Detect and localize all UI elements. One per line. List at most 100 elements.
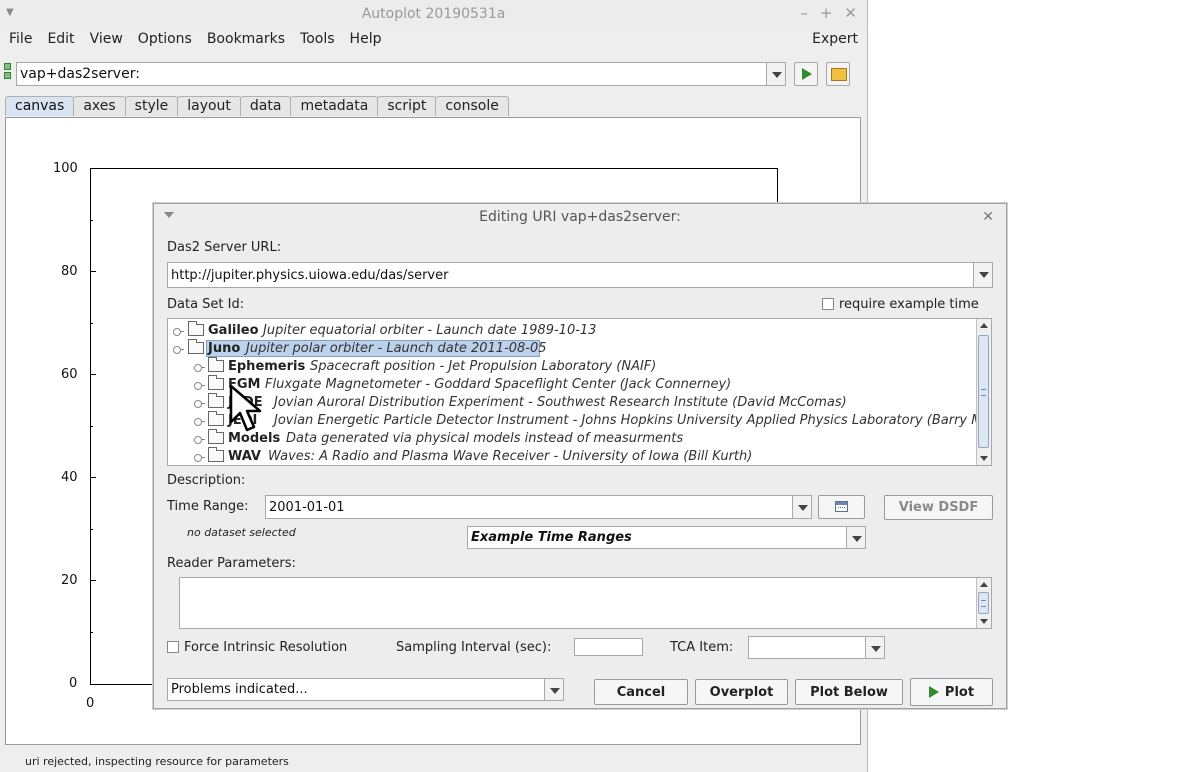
overplot-button[interactable]: Overplot — [695, 679, 788, 705]
tree-row-juno[interactable]: Juno Jupiter polar orbiter - Launch date… — [168, 339, 975, 358]
menu-edit[interactable]: Edit — [41, 31, 80, 47]
server-url-input[interactable]: http://jupiter.physics.uiowa.edu/das/ser… — [167, 262, 993, 288]
window-title: Autoplot 20190531a — [361, 6, 506, 22]
example-dropdown-icon[interactable] — [846, 527, 865, 548]
y-minor-tick — [90, 529, 93, 530]
expand-handle-icon[interactable] — [194, 436, 205, 444]
plot-button[interactable]: Plot — [910, 678, 993, 706]
y-minor-tick — [90, 220, 93, 221]
tab-metadata[interactable]: metadata — [290, 96, 379, 116]
status-text: uri rejected, inspecting resource for pa… — [25, 755, 289, 768]
force-intrinsic-checkbox[interactable] — [167, 641, 179, 653]
y-tick-mark — [90, 580, 96, 581]
tab-data[interactable]: data — [239, 96, 292, 116]
expand-handle-icon[interactable] — [194, 418, 205, 426]
menu-tools[interactable]: Tools — [294, 31, 341, 47]
plot-below-button[interactable]: Plot Below — [795, 679, 903, 705]
menu-view[interactable]: View — [84, 31, 129, 47]
tree-item-desc: Jovian Energetic Particle Detector Instr… — [274, 413, 992, 428]
expand-handle-icon[interactable] — [173, 346, 184, 354]
tab-axes[interactable]: axes — [73, 96, 126, 116]
example-time-ranges-value: Example Time Ranges — [471, 530, 632, 545]
x-tick-label: 0 — [86, 696, 95, 711]
tree-scrollbar[interactable] — [976, 319, 991, 465]
dialog-menu-icon[interactable] — [164, 212, 174, 218]
tree-item-name: Ephemeris — [228, 359, 306, 374]
tree-item-desc: Jovian Auroral Distribution Experiment -… — [274, 395, 847, 410]
server-url-label: Das2 Server URL: — [167, 240, 282, 255]
expand-handle-icon[interactable] — [194, 364, 205, 372]
sampling-interval-input[interactable] — [574, 638, 643, 656]
dataset-tree[interactable]: Galileo Jupiter equatorial orbiter - Lau… — [167, 318, 992, 466]
browse-button[interactable] — [826, 62, 850, 86]
time-range-dropdown-icon[interactable] — [792, 496, 811, 518]
tca-dropdown-icon[interactable] — [865, 637, 884, 658]
uri-dropdown-icon[interactable] — [766, 63, 785, 85]
scroll-down-icon[interactable] — [977, 451, 991, 465]
menu-bookmarks[interactable]: Bookmarks — [201, 31, 291, 47]
dialog-close-icon[interactable]: ✕ — [982, 209, 994, 225]
scroll-down-icon[interactable] — [977, 614, 991, 628]
server-url-dropdown-icon[interactable] — [973, 263, 992, 287]
problems-dropdown-icon[interactable] — [544, 679, 563, 700]
tree-row-jade[interactable]: JADE Jovian Auroral Distribution Experim… — [168, 393, 975, 412]
calendar-icon — [835, 501, 848, 512]
view-dsdf-button[interactable]: View DSDF — [884, 495, 993, 520]
expand-handle-icon[interactable] — [194, 400, 205, 408]
close-icon[interactable]: ✕ — [844, 4, 857, 22]
force-intrinsic-label: Force Intrinsic Resolution — [184, 640, 348, 655]
tca-item-select[interactable] — [748, 636, 885, 659]
y-tick-label: 40 — [61, 470, 78, 485]
tree-row-wav[interactable]: WAV Waves: A Radio and Plasma Wave Recei… — [168, 447, 975, 465]
expand-handle-icon[interactable] — [194, 382, 205, 390]
reader-params-scrollbar[interactable] — [976, 578, 991, 628]
tab-canvas[interactable]: canvas — [5, 96, 75, 116]
menu-expert[interactable]: Expert — [806, 31, 864, 47]
require-example-checkbox[interactable] — [822, 298, 834, 310]
y-tick-mark — [90, 168, 96, 169]
menu-help[interactable]: Help — [344, 31, 388, 47]
tca-item-label: TCA Item: — [670, 640, 734, 655]
dataset-id-label: Data Set Id: — [167, 297, 245, 312]
tree-row-fgm[interactable]: FGM Fluxgate Magnetometer - Goddard Spac… — [168, 375, 975, 394]
minimize-icon[interactable]: – — [800, 4, 808, 22]
cancel-button[interactable]: Cancel — [594, 679, 688, 705]
scroll-up-icon[interactable] — [977, 578, 991, 592]
scroll-thumb[interactable] — [978, 335, 989, 448]
tree-item-name: Juno — [208, 341, 241, 356]
menu-options[interactable]: Options — [132, 31, 198, 47]
folder-icon — [831, 68, 847, 81]
example-time-ranges-select[interactable]: Example Time Ranges — [467, 526, 866, 549]
window-menu-icon[interactable]: ▼ — [6, 7, 14, 18]
tree-item-desc: Fluxgate Magnetometer - Goddard Spacefli… — [265, 377, 732, 392]
maximize-icon[interactable]: + — [820, 4, 833, 22]
expand-handle-icon[interactable] — [173, 328, 184, 336]
expand-handle-icon[interactable] — [194, 454, 205, 462]
tree-row-galileo[interactable]: Galileo Jupiter equatorial orbiter - Lau… — [168, 321, 975, 340]
time-range-input[interactable]: 2001-01-01 — [265, 495, 812, 519]
tree-item-name: Galileo — [208, 323, 259, 338]
tree-item-desc: Spacecraft position - Jet Propulsion Lab… — [310, 359, 657, 374]
tab-layout[interactable]: layout — [177, 96, 241, 116]
y-tick-label: 20 — [61, 573, 78, 588]
tree-row-ephemeris[interactable]: Ephemeris Spacecraft position - Jet Prop… — [168, 357, 975, 376]
calendar-button[interactable] — [818, 495, 865, 519]
tab-console[interactable]: console — [435, 96, 509, 116]
tree-row-models[interactable]: Models Data generated via physical model… — [168, 429, 975, 448]
scroll-up-icon[interactable] — [977, 319, 991, 333]
go-button[interactable] — [794, 62, 818, 86]
time-range-label: Time Range: — [167, 499, 249, 514]
y-tick-label: 80 — [61, 264, 78, 279]
dialog-title: Editing URI vap+das2server: — [479, 209, 681, 225]
require-example-label: require example time — [839, 297, 979, 312]
scroll-thumb[interactable] — [978, 592, 989, 614]
tree-row-jedi[interactable]: JEDI Jovian Energetic Particle Detector … — [168, 411, 991, 430]
tab-style[interactable]: style — [124, 96, 179, 116]
reader-params-textarea[interactable] — [179, 577, 992, 629]
menu-file[interactable]: File — [3, 31, 38, 47]
problems-select[interactable]: Problems indicated... — [167, 678, 564, 701]
server-url-value: http://jupiter.physics.uiowa.edu/das/ser… — [171, 268, 449, 283]
uri-input[interactable]: vap+das2server: — [16, 62, 786, 86]
main-tabs: canvas axes style layout data metadata s… — [5, 96, 509, 117]
tab-script[interactable]: script — [377, 96, 437, 116]
